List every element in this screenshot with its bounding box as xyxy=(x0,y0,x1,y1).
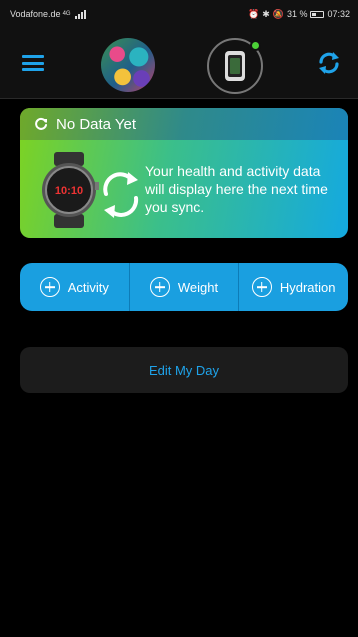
add-hydration-button[interactable]: Hydration xyxy=(238,263,348,311)
edit-my-day-button[interactable]: Edit My Day xyxy=(20,347,348,393)
add-hydration-label: Hydration xyxy=(279,279,336,295)
device-connected-dot xyxy=(250,40,261,51)
status-left: Vodafone.de 4G xyxy=(10,9,86,19)
profile-avatar[interactable] xyxy=(101,38,155,92)
status-bar: Vodafone.de 4G ⏰ ✱ 🔕 31 % 07:32 xyxy=(0,0,358,28)
watch-device-icon xyxy=(225,51,245,81)
clock-time: 07:32 xyxy=(327,9,350,19)
alarm-icon: ⏰ xyxy=(247,8,260,19)
no-data-card: No Data Yet 10:10 Your health and activi… xyxy=(20,108,348,238)
network-type: 4G xyxy=(62,11,71,17)
add-weight-label: Weight xyxy=(177,279,219,295)
hamburger-menu-icon[interactable] xyxy=(22,55,44,71)
add-circle-icon xyxy=(39,277,60,297)
add-activity-button[interactable]: Activity xyxy=(20,263,129,311)
no-data-body: 10:10 Your health and activity data will… xyxy=(20,140,348,238)
app-header xyxy=(0,28,358,99)
bluetooth-icon: ✱ xyxy=(262,8,270,19)
carrier-name: Vodafone.de xyxy=(10,9,61,19)
no-data-message: Your health and activity data will displ… xyxy=(145,163,328,215)
edit-my-day-label: Edit My Day xyxy=(148,362,220,378)
status-right: ⏰ ✱ 🔕 31 % 07:32 xyxy=(248,9,350,20)
quick-add-bar: Activity Weight Hydration xyxy=(20,263,348,311)
watch-sync-illustration: 10:10 xyxy=(42,152,139,228)
add-activity-label: Activity xyxy=(67,279,109,295)
watch-face-time: 10:10 xyxy=(55,185,83,197)
add-circle-icon xyxy=(149,277,170,297)
sync-icon[interactable] xyxy=(316,50,342,76)
add-weight-button[interactable]: Weight xyxy=(128,263,239,311)
add-circle-icon xyxy=(251,277,272,297)
device-button[interactable] xyxy=(207,38,263,94)
signal-icon xyxy=(74,9,86,19)
mute-icon: 🔕 xyxy=(272,8,284,19)
battery-percent: 31 % xyxy=(286,9,308,19)
battery-icon xyxy=(310,10,325,18)
no-data-header: No Data Yet xyxy=(20,108,348,140)
refresh-icon xyxy=(35,117,47,130)
no-data-title: No Data Yet xyxy=(56,115,137,133)
